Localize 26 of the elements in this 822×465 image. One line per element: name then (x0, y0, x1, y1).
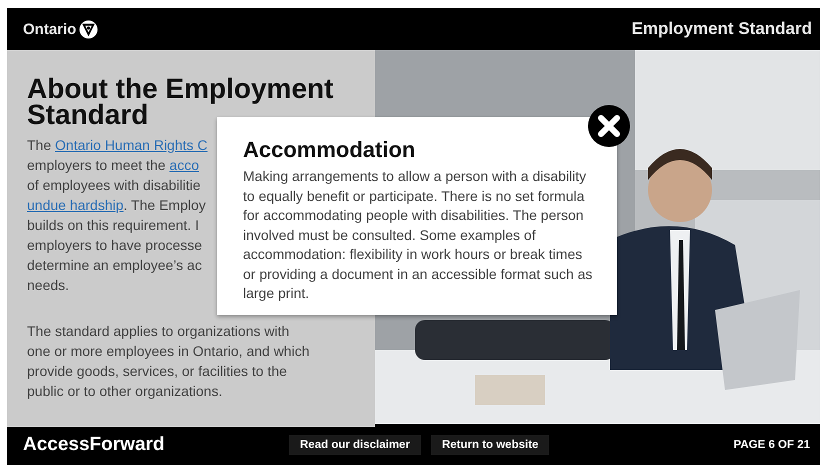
page-counter: PAGE 6 OF 21 (734, 438, 810, 450)
body-text: determine an employee’s ac (27, 257, 202, 273)
body-text: needs. (27, 277, 70, 293)
accessforward-wordmark: AccessForward (23, 434, 166, 456)
popup-title: Accommodation (243, 137, 416, 163)
body-text: employers to meet the (27, 157, 167, 173)
ontario-wordmark: Ontario (23, 20, 76, 38)
text-link[interactable]: undue hardship (27, 197, 124, 213)
page-heading: About the Employment Standard (27, 76, 334, 128)
body-text: of employees with disabilitie (27, 177, 201, 193)
footer-button[interactable]: Return to website (430, 434, 550, 454)
body-text: employers to have processe (27, 237, 202, 253)
body-text: provide goods, services, or facilities to the (27, 363, 287, 379)
popup-text: Making arrangements to allow a person with a disability to equally benefit or participate. There is no set formula for accommodating people with disabilities. The person involved must be consulted. Some examples of accommodation: flexibility in work hours or break times or providing a document in an accessible format such as large print. (243, 167, 594, 303)
body-text: . The Employ (124, 197, 206, 213)
body-text: builds on this requirement. I (27, 217, 199, 233)
trillium-logo-icon (79, 20, 98, 38)
body-text: The standard applies to organizations with (27, 323, 290, 339)
text-link[interactable]: Ontario Human Rights C (55, 137, 208, 153)
text-link[interactable]: acco (169, 157, 199, 173)
close-icon[interactable] (587, 104, 631, 148)
footer-button[interactable]: Read our disclaimer (289, 434, 421, 454)
course-title: Employment Standard (632, 19, 812, 39)
body-text: The (27, 137, 52, 153)
body-text: one or more employees in Ontario, and which (27, 343, 310, 359)
body-text: public or to other organizations. (27, 383, 222, 399)
